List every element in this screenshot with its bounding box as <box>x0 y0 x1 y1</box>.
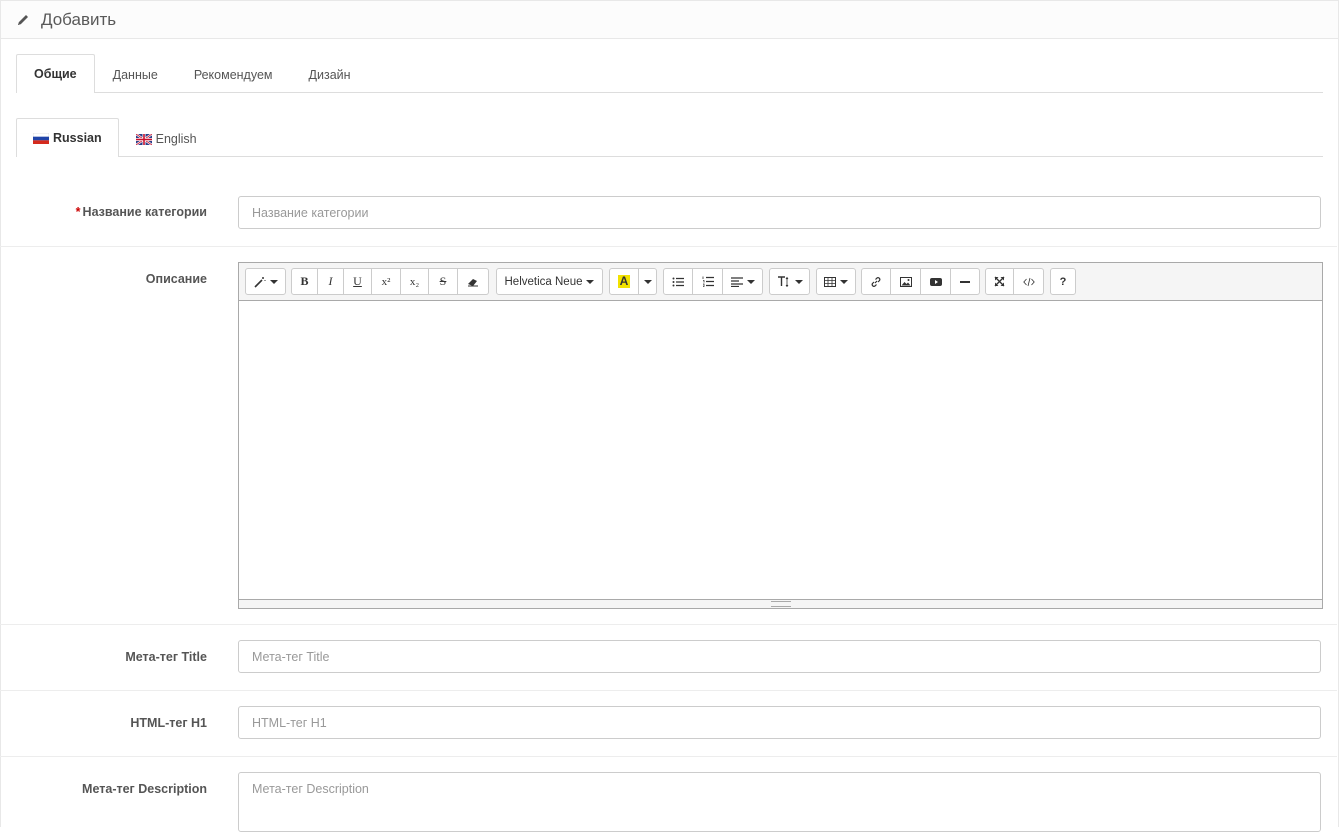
pencil-icon <box>18 14 28 25</box>
tab-design[interactable]: Дизайн <box>291 56 369 93</box>
caret-icon <box>840 279 848 284</box>
help-button[interactable]: ? <box>1050 268 1076 295</box>
fullscreen-button[interactable] <box>985 268 1014 295</box>
subscript-button[interactable]: x₂ <box>401 268 429 295</box>
color-dropdown-button[interactable] <box>639 268 657 295</box>
caret-icon <box>586 279 595 284</box>
video-icon <box>929 277 942 286</box>
code-view-icon <box>1022 277 1035 286</box>
tab-language-russian[interactable]: Russian <box>16 118 119 157</box>
rich-text-editor: B I U x² x₂ S Helvetica Neue A ? <box>238 262 1323 609</box>
style-button[interactable] <box>245 268 286 295</box>
required-marker: * <box>75 205 81 219</box>
picture-button[interactable] <box>891 268 921 295</box>
paragraph-align-button[interactable] <box>723 268 763 295</box>
text-color-icon: A <box>617 274 631 288</box>
help-icon: ? <box>1059 275 1067 288</box>
font-name-dropdown[interactable]: Helvetica Neue <box>496 268 603 295</box>
picture-icon <box>899 276 912 287</box>
code-view-button[interactable] <box>1014 268 1044 295</box>
main-tabs: Общие Данные Рекомендуем Дизайн <box>16 54 1323 93</box>
caret-icon <box>269 279 278 284</box>
link-icon <box>871 276 881 287</box>
text-color-button[interactable]: A <box>609 268 639 295</box>
horizontal-rule-icon <box>960 280 970 283</box>
tab-language-english[interactable]: English <box>119 120 214 157</box>
underline-button[interactable]: U <box>344 268 372 295</box>
uk-flag-icon <box>135 133 152 145</box>
russia-flag-icon <box>33 132 49 144</box>
superscript-button[interactable]: x² <box>372 268 401 295</box>
meta-description-label: Мета-тег Description <box>82 782 207 796</box>
eraser-button[interactable] <box>458 268 489 295</box>
category-name-label: * Название категории <box>75 205 207 219</box>
strikethrough-button[interactable]: S <box>429 268 458 295</box>
table-button[interactable] <box>816 268 856 295</box>
align-left-icon <box>730 276 743 287</box>
table-icon <box>824 276 836 287</box>
category-name-row: * Название категории <box>0 180 1337 247</box>
ordered-list-icon <box>702 276 714 287</box>
unordered-list-icon <box>672 277 684 286</box>
bold-button[interactable]: B <box>291 268 318 295</box>
eraser-icon <box>468 278 478 286</box>
tab-general[interactable]: Общие <box>16 54 95 93</box>
meta-title-input[interactable] <box>238 640 1321 673</box>
magic-wand-icon <box>253 276 265 288</box>
fullscreen-icon <box>994 276 1005 287</box>
meta-title-label: Мета-тег Title <box>125 650 207 664</box>
meta-title-row: Мета-тег Title <box>0 625 1337 691</box>
meta-description-textarea[interactable] <box>238 772 1321 832</box>
page-title: Добавить <box>41 9 117 29</box>
caret-icon <box>643 279 652 284</box>
tab-language-label: English <box>155 132 197 146</box>
tab-data[interactable]: Данные <box>95 56 176 93</box>
category-name-input[interactable] <box>238 196 1321 229</box>
line-height-button[interactable] <box>769 268 810 295</box>
editor-resize-bar[interactable] <box>239 599 1322 608</box>
editor-toolbar: B I U x² x₂ S Helvetica Neue A ? <box>239 263 1322 301</box>
ordered-list-button[interactable] <box>693 268 723 295</box>
caret-icon <box>794 279 803 284</box>
unordered-list-button[interactable] <box>663 268 693 295</box>
html-h1-label: HTML-тег H1 <box>130 716 207 730</box>
language-tabs: Russian English <box>16 118 1323 157</box>
html-h1-row: HTML-тег H1 <box>0 691 1337 757</box>
line-height-icon <box>777 276 788 287</box>
html-h1-input[interactable] <box>238 706 1321 739</box>
caret-icon <box>746 279 755 284</box>
link-button[interactable] <box>861 268 891 295</box>
panel-heading: Добавить <box>1 1 1338 39</box>
editor-content-area[interactable] <box>239 300 1322 600</box>
meta-description-row: Мета-тег Description <box>0 757 1337 832</box>
description-label: Описание <box>145 272 207 286</box>
tab-recommended[interactable]: Рекомендуем <box>176 56 291 93</box>
horizontal-rule-button[interactable] <box>951 268 980 295</box>
italic-button[interactable]: I <box>318 268 344 295</box>
tab-language-label: Russian <box>53 131 102 145</box>
resize-grip-icon <box>770 601 791 607</box>
video-button[interactable] <box>921 268 951 295</box>
